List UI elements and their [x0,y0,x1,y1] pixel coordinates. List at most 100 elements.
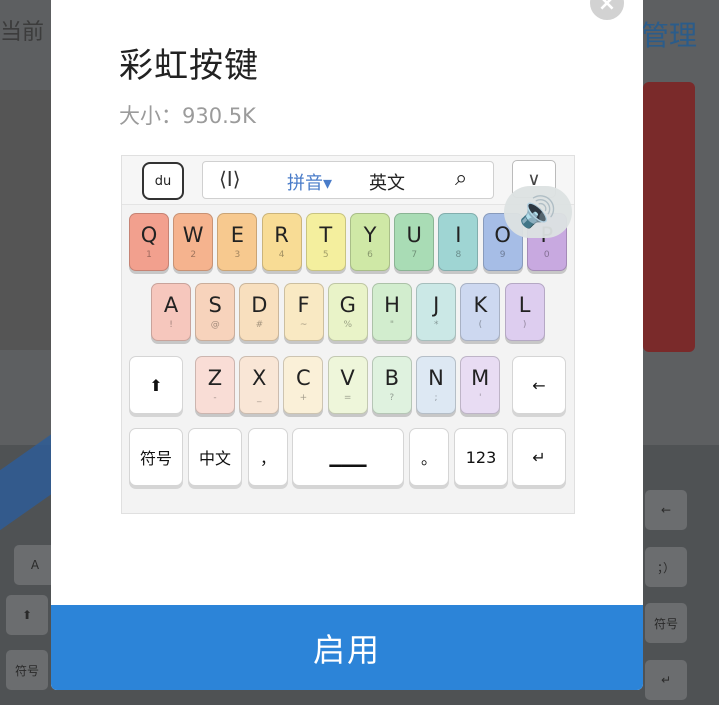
key-n: N; [416,356,456,414]
key-letter: I [455,223,462,247]
background-manage-link: 管理 [640,19,697,52]
key-c: C + [283,356,324,414]
key-letter: W [182,223,204,247]
key-h: H " [372,283,412,341]
key-letter: Y [363,223,377,247]
key-symbol: ) [522,320,527,330]
key-letter: B [384,366,399,390]
key-letter: E [230,223,245,247]
key-j: J * [416,283,457,341]
english-toggle: 英文 [369,173,405,194]
pinyin-toggle: 拼音▾ [287,173,333,194]
key-b: B? [371,356,412,414]
key-symbol: 2 [190,250,197,260]
bg-key: ← [645,490,687,530]
key-letter: K [473,293,488,317]
skin-size: 大小：930.5K [119,104,256,128]
key-letter: J [433,293,440,317]
period-key: 。 [409,428,449,486]
key-symbol: 9 [499,250,506,260]
key-letter: N [428,366,444,390]
key-s: S @ [195,283,236,341]
key-symbol: # [255,320,264,330]
key-letter: H [384,293,400,317]
key-symbol: ! [169,320,173,330]
skin-dialog: 彩虹按键 大小：930.5K du ⟨I⟩ 拼音▾ 英文 ⌕ ∨ Q1W2E3R… [51,0,643,690]
keyboard-toolbar-pill: ⟨I⟩ 拼音▾ 英文 ⌕ [202,161,494,199]
search-icon: ⌕ [455,166,468,191]
key-symbol: " [389,320,395,330]
key-t: T5 [305,213,346,271]
bg-key: A [14,545,56,585]
key-symbol: 3 [234,250,241,260]
key-y: Y6 [350,213,390,271]
baidu-logo-icon: du [142,162,184,200]
key-symbol: - [213,393,217,403]
key-x: X _ [239,356,280,414]
key-letter: C [296,366,311,390]
key-symbol: % [343,320,353,330]
cursor-icon: ⟨I⟩ [219,167,241,191]
key-symbol: ? [389,393,395,403]
key-symbol: = [343,393,352,403]
key-letter: X [251,366,267,390]
key-symbol: ~ [299,320,308,330]
enter-key: ↵ [512,428,566,486]
space-key: ▁▁▁ [292,428,404,486]
key-z: Z- [195,356,235,414]
key-letter: R [274,223,289,247]
key-letter: T [319,223,333,247]
key-u: U7 [394,213,435,271]
bg-key: ；） [645,547,687,587]
skin-title: 彩虹按键 [119,46,259,86]
shift-key: ⬆ [129,356,183,414]
number-key: 123 [454,428,508,486]
key-letter: Z [207,366,223,390]
key-f: F ~ [283,283,324,341]
key-v: V = [327,356,368,414]
key-symbol: 5 [322,250,329,260]
key-symbol: ; [434,393,438,403]
key-g: G% [327,283,368,341]
bg-key: 符号 [645,603,687,643]
key-letter: G [339,293,356,317]
key-i: I8 [438,213,479,271]
key-r: R4 [261,213,302,271]
background-red-card [643,82,695,352]
key-e: E3 [217,213,258,271]
backspace-key: ← [512,356,566,414]
comma-key: ， [248,428,288,486]
bg-key: ⬆ [6,595,48,635]
bg-key: ↵ [645,660,687,700]
key-letter: M [471,366,490,390]
key-letter: S [208,293,222,317]
key-symbol: + [299,393,308,403]
key-symbol: 8 [455,250,462,260]
key-symbol: 4 [278,250,285,260]
key-symbol: 0 [543,250,550,260]
key-symbol: ( [478,320,483,330]
key-symbol: 6 [367,250,373,260]
key-letter: U [406,223,422,247]
key-letter: F [297,293,310,317]
background-left-text: 当前 [0,20,45,45]
key-letter: D [251,293,268,317]
bg-key: 符号 [6,650,48,690]
key-symbol: @ [210,320,220,330]
background-keys-strip [0,90,52,350]
symbol-key: 符号 [129,428,183,486]
key-a: A! [151,283,191,341]
key-symbol: 7 [411,250,418,260]
key-symbol: _ [256,393,262,403]
chinese-key: 中文 [188,428,242,486]
enable-button[interactable]: 启用 [51,605,643,690]
key-letter: A [163,293,179,317]
key-w: W2 [173,213,214,271]
key-m: M ' [460,356,501,414]
key-symbol: * [433,320,439,330]
key-symbol: ' [478,393,482,403]
key-letter: L [518,293,531,317]
key-letter: Q [140,223,158,247]
key-symbol: 1 [146,250,152,260]
key-l: L) [504,283,545,341]
